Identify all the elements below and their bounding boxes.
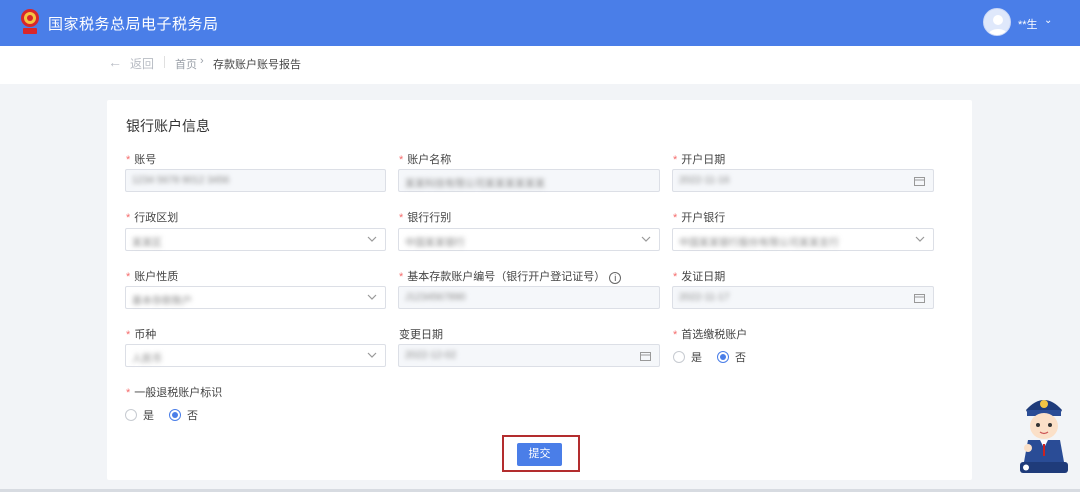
- radio-button-checked[interactable]: [717, 351, 729, 363]
- radio-button[interactable]: [125, 409, 137, 421]
- radio-option-no[interactable]: 否: [717, 349, 746, 365]
- currency-select[interactable]: 人民币: [125, 344, 386, 367]
- calendar-icon[interactable]: [914, 176, 925, 186]
- calendar-icon[interactable]: [914, 293, 925, 303]
- radio-option-yes[interactable]: 是: [673, 349, 702, 365]
- submit-button[interactable]: 提交: [517, 443, 562, 466]
- nav-bar: ← 返回 首页 › 存款账户账号报告: [0, 46, 1080, 84]
- account-nature-label: * 账户性质: [126, 271, 179, 283]
- breadcrumb-current: 存款账户账号报告: [213, 59, 301, 71]
- basic-account-no-label: * 基本存款账户编号（银行开户登记证号） i: [399, 268, 622, 284]
- breadcrumb-home[interactable]: 首页: [175, 56, 197, 72]
- open-date-label: * 开户日期: [673, 154, 726, 166]
- radio-button-checked[interactable]: [169, 409, 181, 421]
- open-date-field[interactable]: 2022-11-16: [672, 169, 934, 192]
- general-refund-flag-label: * 一般退税账户标识: [126, 387, 223, 399]
- calendar-icon[interactable]: [640, 351, 651, 361]
- back-link[interactable]: 返回: [130, 55, 154, 72]
- district-select[interactable]: 某某区: [125, 228, 386, 251]
- assistant-mascot-icon[interactable]: [1016, 388, 1072, 474]
- user-name[interactable]: **生: [1018, 16, 1038, 32]
- issue-date-field[interactable]: 2022-11-17: [672, 286, 934, 309]
- info-icon[interactable]: i: [609, 272, 622, 284]
- chevron-down-icon[interactable]: [641, 236, 651, 243]
- divider: [164, 56, 165, 68]
- chevron-down-icon[interactable]: [367, 294, 377, 301]
- currency-label: * 币种: [126, 329, 157, 341]
- district-label: * 行政区划: [126, 212, 179, 224]
- top-header: 国家税务总局电子税务局 **生 ⌄: [0, 0, 1080, 46]
- account-no-label: * 账号: [126, 154, 157, 166]
- tax-emblem-icon: [21, 9, 39, 34]
- issue-date-label: * 发证日期: [673, 271, 726, 283]
- app-title: 国家税务总局电子税务局: [48, 16, 219, 33]
- open-bank-select[interactable]: 中国某某银行股份有限公司某某支行: [672, 228, 934, 251]
- radio-button[interactable]: [673, 351, 685, 363]
- general-refund-flag-radio-group: 是 否: [125, 407, 213, 423]
- account-nature-select[interactable]: 基本存款账户: [125, 286, 386, 309]
- change-date-field[interactable]: 2022-12-02: [398, 344, 660, 367]
- radio-option-no[interactable]: 否: [169, 407, 198, 423]
- open-bank-label: * 开户银行: [673, 212, 726, 224]
- user-icon: [988, 15, 1008, 35]
- bank-category-select[interactable]: 中国某某银行: [398, 228, 660, 251]
- change-date-label: 变更日期: [399, 329, 443, 341]
- radio-option-yes[interactable]: 是: [125, 407, 154, 423]
- account-no-field[interactable]: 1234 5678 9012 3456: [125, 169, 386, 192]
- bank-category-label: * 银行行别: [399, 212, 452, 224]
- chevron-down-icon[interactable]: [367, 236, 377, 243]
- preferred-tax-account-label: * 首选缴税账户: [673, 329, 748, 341]
- section-title: 银行账户信息: [126, 118, 210, 134]
- basic-account-no-field[interactable]: J1234567890: [398, 286, 660, 309]
- account-name-label: * 账户名称: [399, 154, 452, 166]
- chevron-down-icon[interactable]: [367, 352, 377, 359]
- back-arrow-icon[interactable]: ←: [108, 54, 122, 70]
- breadcrumb-separator: ›: [200, 55, 204, 67]
- preferred-tax-account-radio-group: 是 否: [673, 349, 761, 365]
- avatar[interactable]: [983, 8, 1011, 36]
- account-name-field[interactable]: 某某科技有限公司某某某某某某: [398, 169, 660, 192]
- chevron-down-icon[interactable]: [915, 236, 925, 243]
- chevron-down-icon[interactable]: ⌄: [1044, 15, 1052, 26]
